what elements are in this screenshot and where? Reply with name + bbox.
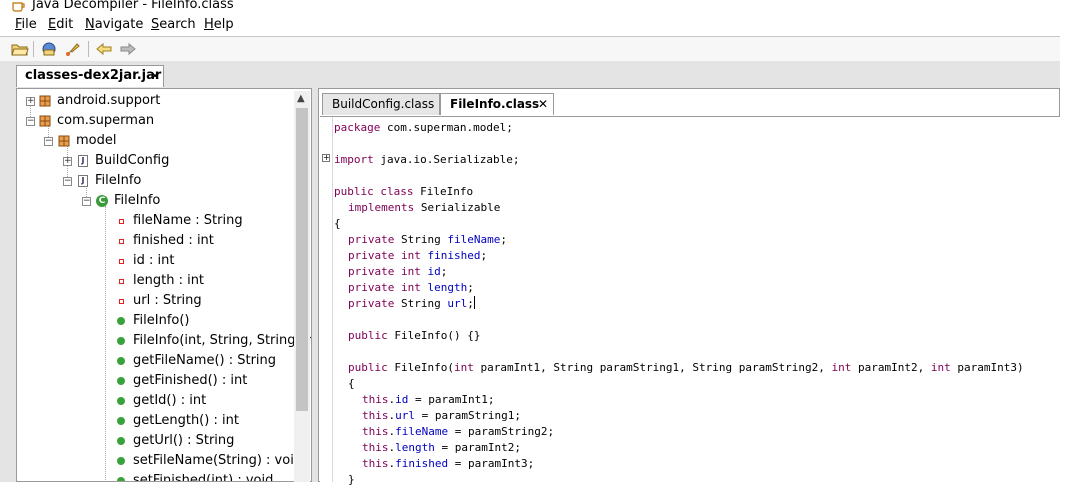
tree-item-method[interactable]: FileInfo(int, String, String, int [133,331,311,351]
code-line: public FileInfo() {} [348,329,481,342]
field-icon [119,219,124,224]
tree-item-method[interactable]: getLength() : int [133,411,239,431]
collapse-toggle[interactable]: − [63,177,72,186]
tree-item-method[interactable]: setFileName(String) : void [133,451,302,471]
tree-item-method[interactable]: getFileName() : String [133,351,276,371]
package-icon [39,95,51,107]
tab-label: FileInfo.class [450,97,540,111]
code-line: import java.io.Serializable; [334,153,520,166]
toolbar-separator [88,41,89,57]
collapse-toggle[interactable]: − [26,117,35,126]
method-icon [117,377,125,385]
tree-item-file[interactable]: BuildConfig [95,151,169,171]
field-icon [119,259,124,264]
back-icon[interactable] [95,41,113,57]
menu-search[interactable]: Search [151,17,196,33]
code-line: public FileInfo(int paramInt1, String pa… [348,361,1024,374]
tree-item-file-selected[interactable]: FileInfo [95,171,141,191]
launch-icon[interactable] [64,41,82,57]
java-file-icon: J [78,155,88,167]
title-bar: Java Decompiler - FileInfo.class [0,0,1080,14]
code-line: this.id = paramInt1; [362,393,495,406]
code-line: this.finished = paramInt3; [362,457,535,470]
method-icon [117,437,125,445]
editor-tabs: BuildConfig.class FileInfo.class ✕ [322,93,1060,115]
method-icon [117,457,125,465]
tree-item-field[interactable]: finished : int [133,231,214,251]
code-line: private int finished; [348,249,488,262]
scrollbar-thumb[interactable] [296,108,308,411]
class-icon: C [96,195,108,207]
tab-jar-file[interactable]: classes-dex2jar.jar ✕ [16,65,164,87]
code-line: private String url; [348,296,475,310]
tree-item-package[interactable]: com.superman [57,111,154,131]
java-file-icon: J [78,175,88,187]
menu-bar: File Edit Navigate Search Help [0,14,1080,36]
tab-buildconfig[interactable]: BuildConfig.class [322,93,440,115]
tree-item-method[interactable]: getFinished() : int [133,371,247,391]
menu-file[interactable]: File [15,17,37,33]
collapse-toggle[interactable]: − [82,197,91,206]
code-line: public class FileInfo [334,185,474,198]
field-icon [119,279,124,284]
tree-item-field[interactable]: id : int [133,251,174,271]
close-icon[interactable]: ✕ [538,94,548,114]
field-icon [119,299,124,304]
open-folder-icon[interactable] [11,41,29,57]
code-line: private String fileName; [348,233,507,246]
code-line: package com.superman.model; [334,121,513,134]
code-line: { [334,217,341,230]
forward-icon[interactable] [119,41,137,57]
window-title: Java Decompiler - FileInfo.class [32,0,234,12]
code-line: { [348,377,355,390]
close-icon[interactable]: ✕ [150,69,160,83]
code-line: implements Serializable [348,201,501,214]
tree-item-field[interactable]: url : String [133,291,202,311]
tree-item-package[interactable]: android.support [57,91,160,111]
tree-item-method[interactable]: getId() : int [133,391,206,411]
open-type-icon[interactable] [40,41,58,57]
app-cup-icon [12,2,25,12]
editor-gutter [320,117,333,482]
tree-item-method[interactable]: getUrl() : String [133,431,234,451]
method-icon [117,337,125,345]
menu-help[interactable]: Help [204,17,234,33]
tab-fileinfo[interactable]: FileInfo.class ✕ [440,93,554,115]
tree-item-field[interactable]: length : int [133,271,204,291]
toolbar-separator [33,41,34,57]
jar-tab-label: classes-dex2jar.jar [25,68,162,83]
toolbar [0,36,1060,62]
tree-item-method[interactable]: FileInfo() [133,311,190,331]
tree-item-field[interactable]: fileName : String [133,211,243,231]
code-line: this.length = paramInt2; [362,441,521,454]
method-icon [117,397,125,405]
expand-toggle[interactable]: + [63,157,72,166]
code-line: this.url = paramString1; [362,409,521,422]
method-icon [117,477,125,481]
collapse-toggle[interactable]: − [44,137,53,146]
menu-edit[interactable]: Edit [48,17,73,33]
code-line: this.fileName = paramString2; [362,425,555,438]
expand-toggle[interactable]: + [26,97,35,106]
tree-item-package[interactable]: model [76,131,116,151]
method-icon [117,357,125,365]
tree-item-class[interactable]: FileInfo [114,191,160,211]
menu-navigate[interactable]: Navigate [85,17,143,33]
package-icon [58,135,70,147]
field-icon [119,239,124,244]
code-line: private int id; [348,265,448,278]
tree-scrollbar[interactable]: ▲ [294,91,310,482]
code-line: } [348,473,355,486]
tree-item-method[interactable]: setFinished(int) : void [133,471,273,481]
text-caret [473,296,475,309]
code-line: private int length; [348,281,474,294]
package-icon [39,115,51,127]
method-icon [117,417,125,425]
class-tree-panel: + android.support − com.superman − model… [16,88,312,482]
tree-connector [105,206,106,481]
tab-label: BuildConfig.class [332,97,435,111]
fold-expand-icon[interactable]: + [322,154,330,162]
method-icon [117,317,125,325]
scroll-up-icon[interactable]: ▲ [297,93,305,104]
